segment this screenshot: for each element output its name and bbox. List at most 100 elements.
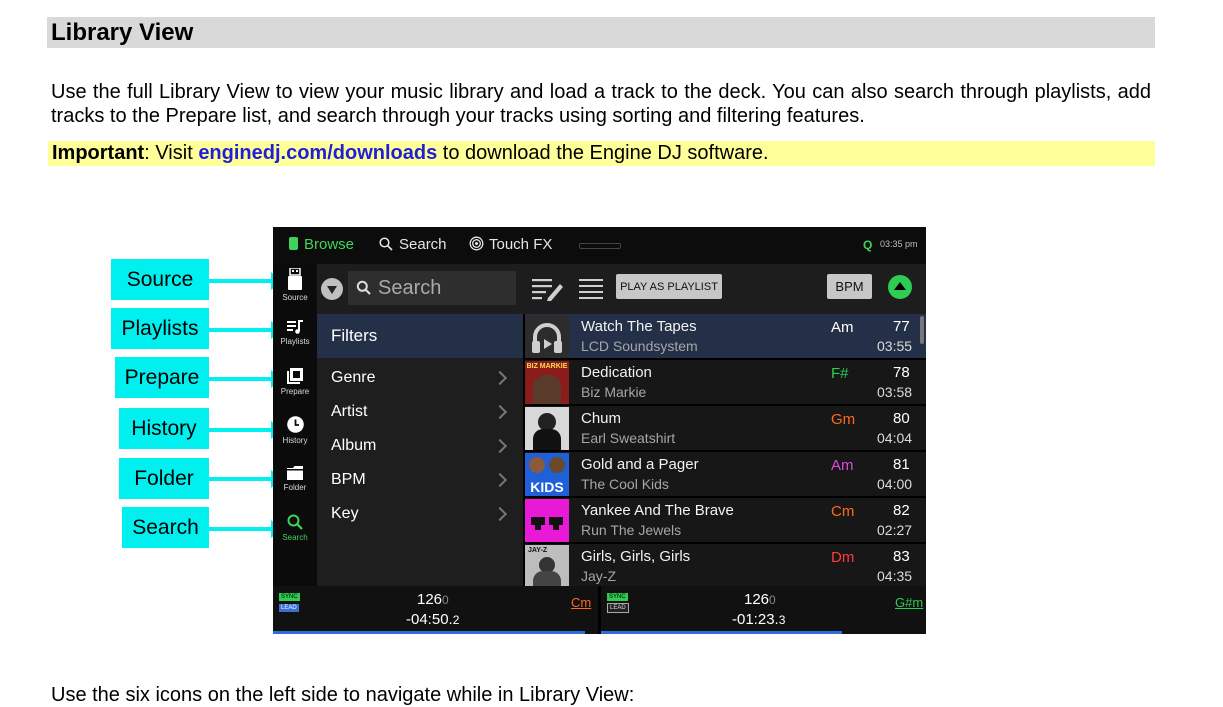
track-title: Gold and a Pager: [581, 456, 699, 473]
filter-item-album[interactable]: Album: [317, 430, 523, 464]
track-title: Chum: [581, 410, 622, 427]
download-link[interactable]: enginedj.com/downloads: [198, 142, 437, 164]
sort-bpm-button[interactable]: BPM: [827, 274, 872, 299]
callout-search: Search: [122, 507, 209, 548]
deck-divider: [598, 586, 601, 634]
filter-item-key[interactable]: Key: [317, 498, 523, 532]
tab-touch-fx-label: Touch FX: [489, 236, 553, 253]
lead-badge: LEAD: [279, 604, 299, 612]
library-sidebar: Source Playlists Prepare History Folder …: [273, 264, 317, 586]
filter-label: BPM: [331, 471, 366, 488]
sidebar-item-search[interactable]: Search: [273, 514, 317, 542]
album-art-label: BIZ MARKIE: [526, 363, 568, 370]
library-view-screen: Browse Search Touch FX Q 03:35 pm Source…: [273, 227, 926, 634]
playlist-icon: [287, 320, 303, 334]
deck-right[interactable]: SYNC LEAD 1260 -01:23.3 G#m: [601, 586, 926, 634]
tab-search[interactable]: Search: [379, 236, 447, 253]
browse-icon: [289, 237, 298, 250]
important-note: Important: Visit enginedj.com/downloads …: [48, 141, 1155, 166]
track-bpm: 82: [893, 502, 910, 519]
play-as-playlist-button[interactable]: PLAY AS PLAYLIST: [616, 274, 722, 299]
track-artist: LCD Soundsystem: [581, 338, 698, 354]
track-artist: Biz Markie: [581, 384, 647, 400]
lead-badge: LEAD: [607, 603, 629, 613]
chevron-right-icon: [492, 404, 508, 420]
track-key: Dm: [831, 549, 855, 566]
track-duration: 04:04: [877, 430, 913, 446]
deck-time-remaining: -04:50.2: [406, 611, 459, 628]
sidebar-item-prepare[interactable]: Prepare: [273, 368, 317, 396]
deck-progress-bar: [601, 631, 842, 634]
sync-badge[interactable]: SYNC: [607, 593, 628, 601]
album-art-the-cool-kids: KIDS: [525, 453, 569, 497]
callout-arrow-search: [209, 520, 283, 538]
track-bpm: 80: [893, 410, 910, 427]
deck-time-main: -01:23.: [732, 611, 779, 628]
callout-prepare: Prepare: [115, 357, 209, 398]
filter-item-artist[interactable]: Artist: [317, 396, 523, 430]
sidebar-item-folder[interactable]: Folder: [273, 466, 317, 492]
album-art-jay-z: JAY-Z: [525, 545, 569, 589]
scrollbar-thumb[interactable]: [920, 316, 924, 344]
track-duration: 03:58: [877, 384, 913, 400]
track-artist: Jay-Z: [581, 568, 616, 584]
section-heading-bar: Library View: [47, 17, 1155, 48]
track-bpm: 77: [893, 318, 910, 335]
track-title: Dedication: [581, 364, 652, 381]
chevron-right-icon: [492, 370, 508, 386]
filter-label: Genre: [331, 369, 376, 386]
list-view-icon[interactable]: [579, 277, 603, 301]
folder-icon: [287, 466, 303, 480]
track-row[interactable]: Chum Earl Sweatshirt Gm 80 04:04: [525, 406, 926, 451]
sidebar-label-search: Search: [282, 533, 308, 542]
track-row[interactable]: BIZ MARKIE Dedication Biz Markie F# 78 0…: [525, 360, 926, 405]
fist-gun-art-icon: [525, 499, 569, 543]
search-icon: [379, 237, 393, 251]
search-input[interactable]: Search: [348, 271, 516, 305]
sidebar-item-playlists[interactable]: Playlists: [273, 320, 317, 346]
deck-left[interactable]: SYNC LEAD 1260 -04:50.2 Cm: [273, 586, 598, 634]
track-duration: 02:27: [877, 522, 913, 538]
edit-list-icon[interactable]: [532, 277, 564, 301]
track-title: Girls, Girls, Girls: [581, 548, 691, 565]
track-key: Am: [831, 457, 854, 474]
deck-time-decimal: 2: [452, 613, 460, 627]
deck-bpm-decimal: 0: [769, 593, 776, 607]
track-row[interactable]: KIDS Gold and a Pager The Cool Kids Am 8…: [525, 452, 926, 497]
callout-arrow-folder: [209, 470, 283, 488]
track-bpm: 78: [893, 364, 910, 381]
section-heading: Library View: [51, 19, 194, 46]
search-icon: [356, 280, 371, 295]
quantize-indicator: Q: [863, 238, 873, 252]
deck-key: G#m: [895, 595, 924, 610]
track-row[interactable]: Watch The Tapes LCD Soundsystem Am 77 03…: [525, 314, 926, 359]
track-duration: 04:00: [877, 476, 913, 492]
sidebar-label-source: Source: [282, 293, 308, 302]
sidebar-label-playlists: Playlists: [280, 337, 310, 346]
dropdown-toggle-button[interactable]: [321, 278, 343, 300]
deck-bpm: 1260: [417, 591, 449, 608]
sidebar-item-history[interactable]: History: [273, 416, 317, 445]
track-key: Am: [831, 319, 854, 336]
filter-item-genre[interactable]: Genre: [317, 362, 523, 396]
tab-touch-fx[interactable]: Touch FX: [469, 236, 552, 253]
library-toolbar: Search PLAY AS PLAYLIST BPM: [317, 264, 926, 314]
filter-item-bpm[interactable]: BPM: [317, 464, 523, 498]
deck-bpm-decimal: 0: [442, 593, 449, 607]
deck-bpm: 1260: [744, 591, 776, 608]
tab-browse[interactable]: Browse: [289, 236, 354, 253]
important-label: Important: [52, 142, 145, 164]
filter-label: Key: [331, 505, 359, 522]
album-art-earl-sweatshirt: [525, 407, 569, 451]
track-row[interactable]: Yankee And The Brave Run The Jewels Cm 8…: [525, 498, 926, 543]
headphones-art-icon: [525, 315, 569, 359]
callout-arrow-playlists: [209, 321, 283, 339]
track-row[interactable]: JAY-Z Girls, Girls, Girls Jay-Z Dm 83 04…: [525, 544, 926, 589]
sidebar-item-source[interactable]: Source: [273, 268, 317, 302]
callout-source: Source: [111, 259, 209, 300]
drag-handle[interactable]: [579, 243, 621, 249]
scroll-up-button[interactable]: [888, 275, 912, 299]
track-key: F#: [831, 365, 849, 382]
filters-title: Filters: [331, 326, 378, 345]
sync-badge[interactable]: SYNC: [279, 593, 300, 601]
